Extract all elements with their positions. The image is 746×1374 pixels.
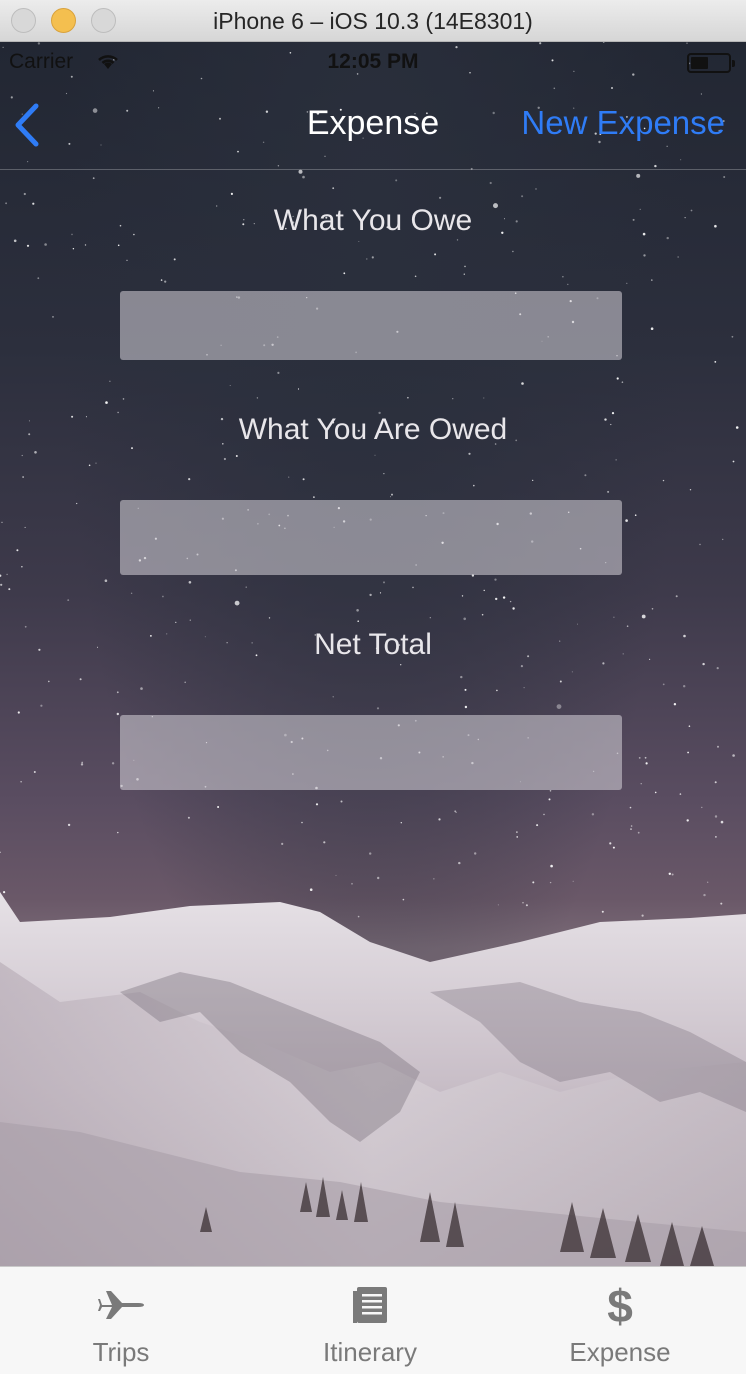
dollar-icon: $ [607,1282,633,1328]
tab-expense[interactable]: $ Expense [520,1267,720,1374]
tab-trips[interactable]: Trips [21,1267,221,1374]
mountain-background [0,892,746,1266]
status-time: 12:05 PM [327,50,419,73]
net-total-label: Net Total [314,628,432,661]
tab-label: Expense [569,1337,671,1367]
status-bar: Carrier 12:05 PM [0,42,746,82]
simulator-title-bar: iPhone 6 – iOS 10.3 (14E8301) [0,0,746,42]
what-you-owe-label: What You Owe [273,204,473,237]
tab-label: Itinerary [323,1337,417,1367]
window-title: iPhone 6 – iOS 10.3 (14E8301) [213,8,533,34]
tab-itinerary[interactable]: Itinerary [270,1267,470,1374]
battery-icon [687,53,735,73]
starfield-background [0,42,746,919]
airplane-icon [98,1291,144,1319]
tab-bar: Trips Itinerary $ Expense [0,1266,746,1374]
what-you-are-owed-label: What You Are Owed [238,413,508,446]
what-you-are-owed-input[interactable] [120,500,622,575]
new-expense-button[interactable]: New Expense [521,104,725,142]
phone-screen: Carrier 12:05 PM Expense New Expense Wha… [0,42,746,1266]
svg-text:$: $ [607,1282,633,1328]
tab-label: Trips [92,1337,150,1367]
document-icon [353,1287,387,1323]
net-total-input[interactable] [120,715,622,790]
what-you-owe-input[interactable] [120,291,622,360]
navigation-bar: Expense New Expense [0,82,746,170]
